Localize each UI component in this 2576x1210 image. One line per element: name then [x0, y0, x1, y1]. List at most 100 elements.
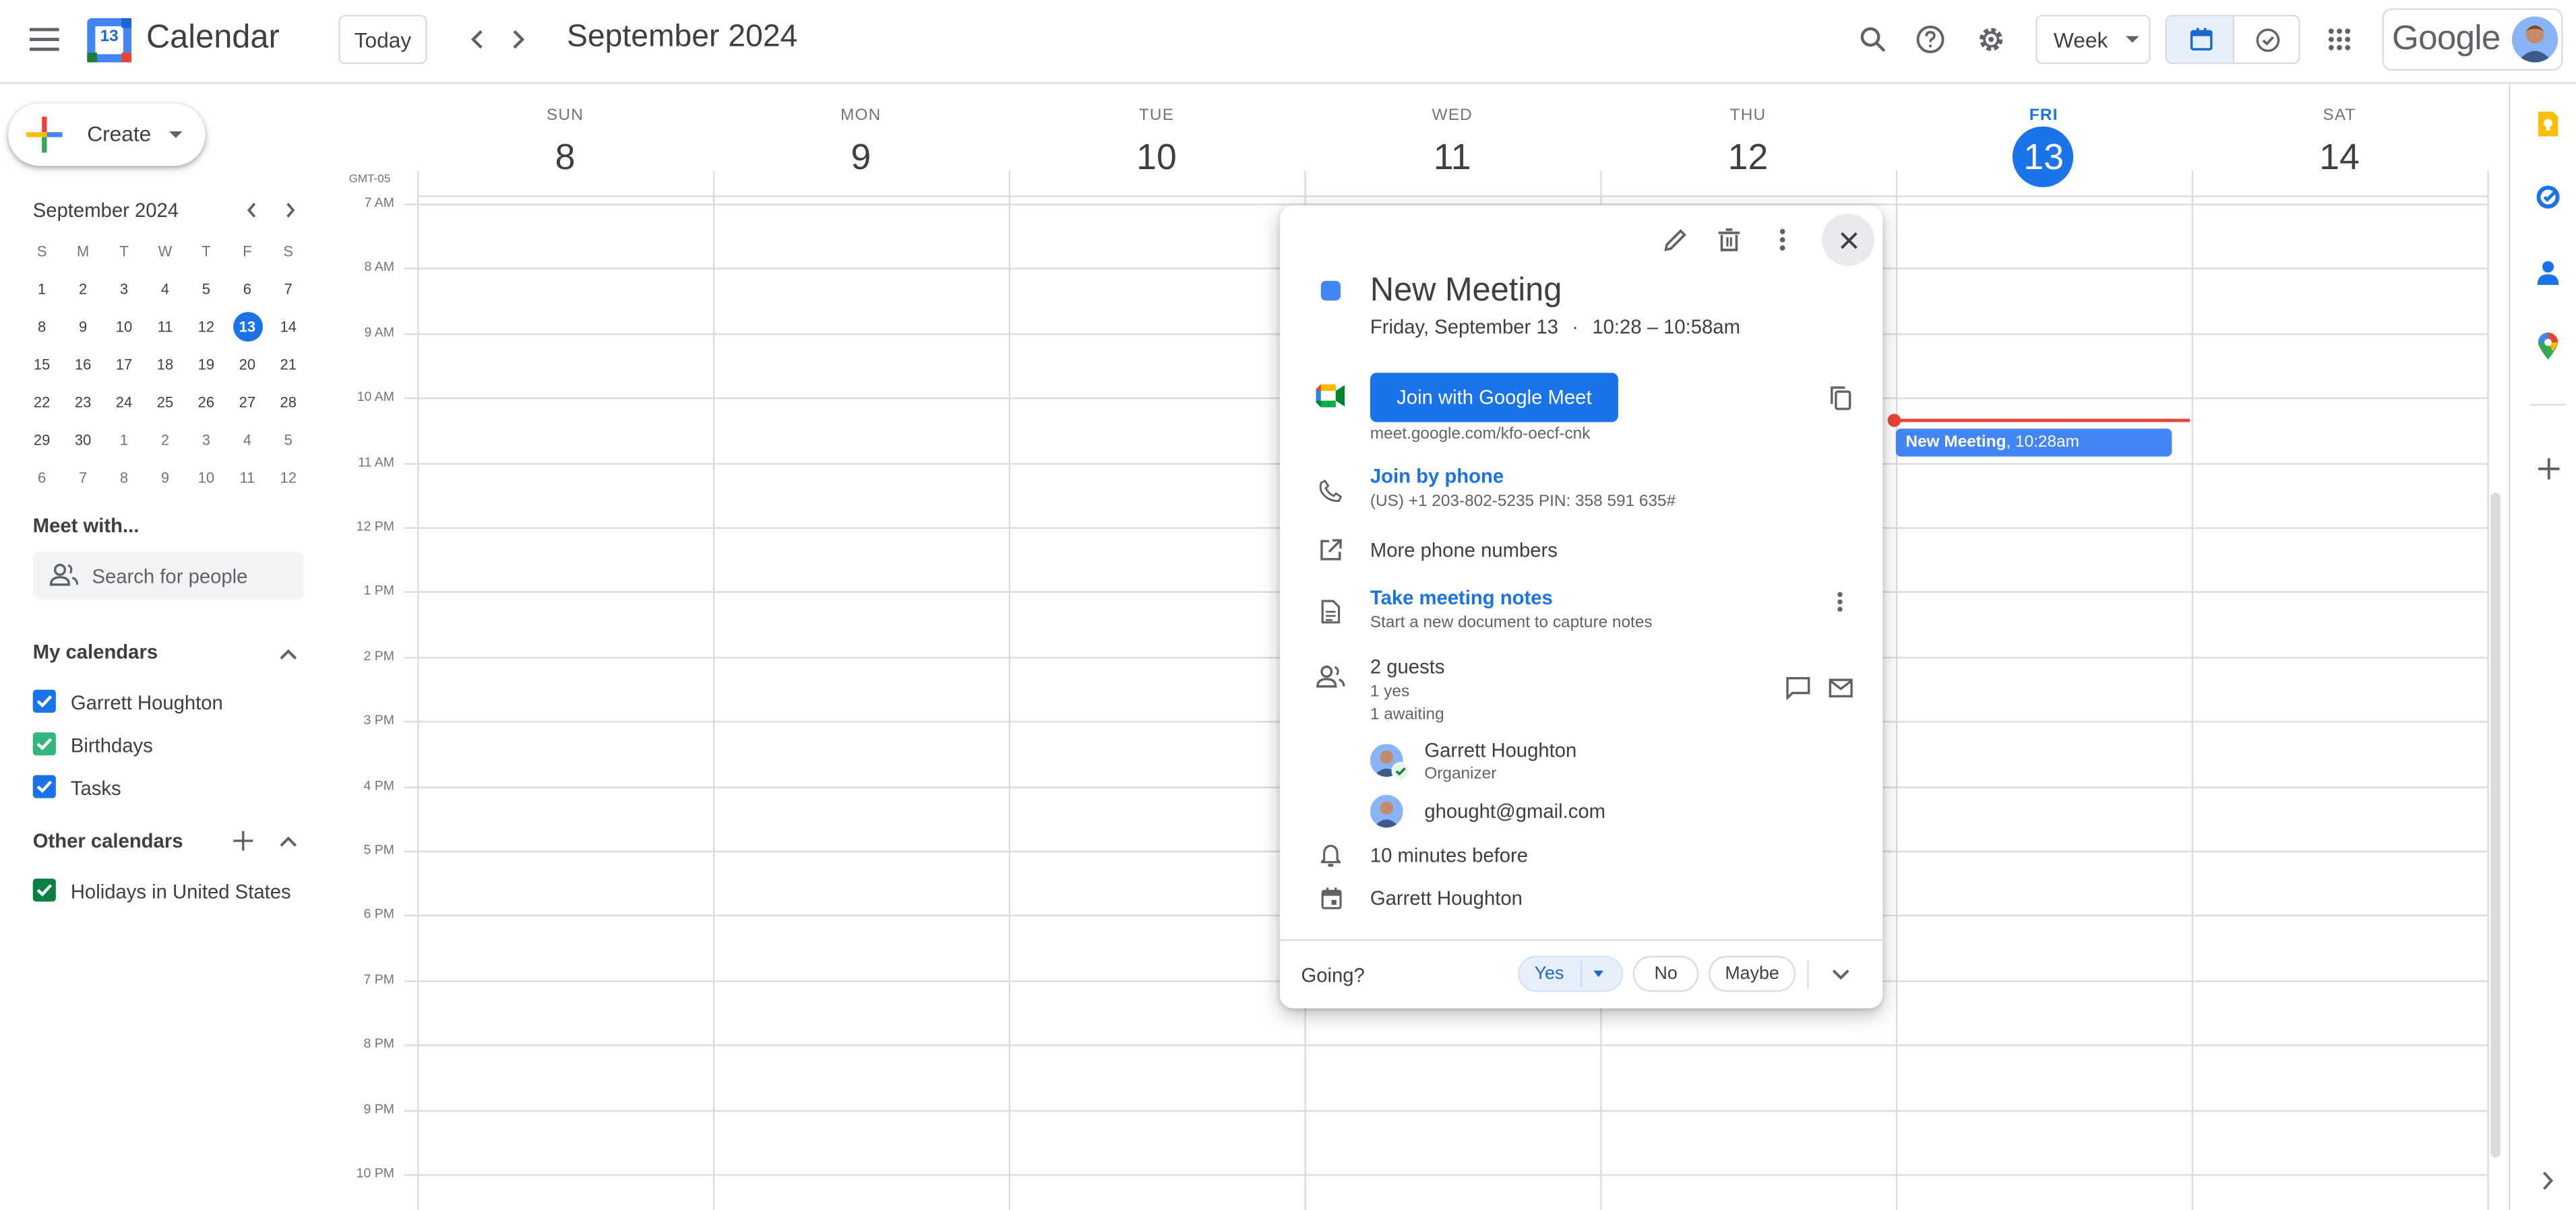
- mini-day[interactable]: 1: [22, 269, 63, 307]
- mini-day[interactable]: 19: [185, 345, 226, 383]
- mini-day[interactable]: 28: [268, 383, 309, 420]
- email-guests-icon[interactable]: [1822, 670, 1858, 707]
- mini-day[interactable]: 24: [104, 383, 145, 420]
- calendar-list-item[interactable]: Garrett Houghton: [32, 687, 312, 729]
- mini-day[interactable]: 8: [104, 458, 145, 496]
- mini-day[interactable]: 2: [63, 269, 104, 307]
- calendar-list-item[interactable]: Tasks: [32, 772, 312, 815]
- mini-weekday-header: T: [119, 243, 129, 260]
- previous-period-icon[interactable]: [460, 22, 493, 58]
- calendar-checkbox[interactable]: [32, 689, 56, 713]
- create-dropdown-icon[interactable]: [169, 131, 183, 138]
- tasks-view-icon[interactable]: [2234, 16, 2298, 62]
- view-select[interactable]: Week: [2035, 14, 2151, 65]
- mini-day[interactable]: 3: [185, 420, 226, 458]
- mini-day[interactable]: 29: [22, 420, 63, 458]
- mini-day[interactable]: 14: [268, 307, 309, 345]
- mini-day[interactable]: 2: [145, 420, 186, 458]
- calendar-list-item[interactable]: Holidays in United States: [32, 875, 312, 918]
- mini-day[interactable]: 23: [63, 383, 104, 420]
- my-calendars-collapse-icon[interactable]: [276, 642, 299, 665]
- rsvp-yes-button[interactable]: Yes: [1518, 955, 1624, 992]
- main-menu-icon[interactable]: [23, 23, 65, 56]
- mini-day[interactable]: 1: [104, 420, 145, 458]
- rsvp-no-button[interactable]: No: [1632, 955, 1699, 992]
- mini-day[interactable]: 15: [22, 345, 63, 383]
- create-button[interactable]: Create: [8, 103, 206, 166]
- add-other-calendar-icon[interactable]: [232, 829, 255, 852]
- user-avatar[interactable]: [2511, 16, 2558, 63]
- mini-weekday-header: T: [202, 243, 211, 260]
- close-icon[interactable]: [1822, 213, 1875, 266]
- meet-link[interactable]: meet.google.com/kfo-oecf-cnk: [1370, 425, 1591, 443]
- search-icon[interactable]: [1855, 22, 1891, 58]
- mini-day[interactable]: 7: [63, 458, 104, 496]
- more-options-icon[interactable]: [1765, 222, 1801, 258]
- mini-day[interactable]: 3: [104, 269, 145, 307]
- keep-icon[interactable]: [2530, 105, 2567, 141]
- notes-more-options-icon[interactable]: [1822, 583, 1858, 619]
- mini-day[interactable]: 20: [226, 345, 268, 383]
- delete-trash-icon[interactable]: [1710, 222, 1746, 258]
- mini-day[interactable]: 5: [268, 420, 309, 458]
- tasks-icon[interactable]: [2530, 179, 2567, 216]
- search-people-input[interactable]: Search for people: [32, 552, 304, 600]
- rsvp-maybe-button[interactable]: Maybe: [1709, 955, 1796, 992]
- mini-prev-month-icon[interactable]: [240, 199, 263, 222]
- expand-footer-icon[interactable]: [1824, 957, 1857, 990]
- mini-day[interactable]: 16: [63, 345, 104, 383]
- calendar-checkbox[interactable]: [32, 879, 56, 902]
- mini-day[interactable]: 13: [226, 307, 268, 345]
- account-chip[interactable]: Google: [2382, 8, 2563, 71]
- mini-day[interactable]: 30: [63, 420, 104, 458]
- mini-day[interactable]: 6: [226, 269, 268, 307]
- take-meeting-notes-link[interactable]: Take meeting notes: [1370, 586, 1553, 609]
- join-google-meet-button[interactable]: Join with Google Meet: [1370, 373, 1618, 422]
- get-addons-plus-icon[interactable]: [2530, 450, 2567, 486]
- mini-day[interactable]: 4: [145, 269, 186, 307]
- calendar-view-icon[interactable]: [2167, 16, 2234, 63]
- calendar-checkbox[interactable]: [32, 732, 56, 756]
- other-calendars-collapse-icon[interactable]: [276, 829, 299, 852]
- grid-scrollbar[interactable]: [2490, 492, 2501, 1158]
- next-period-icon[interactable]: [503, 22, 536, 58]
- mini-day[interactable]: 9: [63, 307, 104, 345]
- mini-day[interactable]: 8: [22, 307, 63, 345]
- chat-guests-icon[interactable]: [1779, 670, 1816, 707]
- mini-day[interactable]: 22: [22, 383, 63, 420]
- mini-day[interactable]: 6: [22, 458, 63, 496]
- hide-side-panel-icon[interactable]: [2530, 1163, 2567, 1199]
- more-phone-numbers-link[interactable]: More phone numbers: [1370, 539, 1558, 562]
- mini-day[interactable]: 21: [268, 345, 309, 383]
- maps-icon[interactable]: [2530, 329, 2567, 365]
- mini-day[interactable]: 10: [104, 307, 145, 345]
- mini-day[interactable]: 17: [104, 345, 145, 383]
- join-by-phone-link[interactable]: Join by phone: [1370, 465, 1504, 488]
- mini-day-number: 3: [119, 280, 129, 296]
- mini-day[interactable]: 12: [268, 458, 309, 496]
- mini-day[interactable]: 12: [185, 307, 226, 345]
- calendar-list-item[interactable]: Birthdays: [32, 729, 312, 771]
- help-icon[interactable]: [1912, 22, 1949, 58]
- mini-day[interactable]: 7: [268, 269, 309, 307]
- rsvp-dropdown-icon[interactable]: [1593, 970, 1603, 978]
- mini-day[interactable]: 26: [185, 383, 226, 420]
- mini-day[interactable]: 4: [226, 420, 268, 458]
- contacts-icon[interactable]: [2530, 255, 2567, 291]
- mini-day[interactable]: 11: [226, 458, 268, 496]
- mini-day[interactable]: 18: [145, 345, 186, 383]
- apps-grid-icon[interactable]: [2321, 22, 2358, 58]
- mini-day[interactable]: 11: [145, 307, 186, 345]
- mini-day[interactable]: 27: [226, 383, 268, 420]
- mini-next-month-icon[interactable]: [279, 199, 302, 222]
- event-chip-new-meeting[interactable]: New Meeting, 10:28am: [1895, 428, 2172, 457]
- mini-day[interactable]: 5: [185, 269, 226, 307]
- copy-link-icon[interactable]: [1822, 379, 1858, 416]
- calendar-checkbox[interactable]: [32, 775, 56, 798]
- mini-day[interactable]: 25: [145, 383, 186, 420]
- edit-pencil-icon[interactable]: [1657, 222, 1694, 258]
- today-button[interactable]: Today: [338, 14, 427, 65]
- settings-gear-icon[interactable]: [1973, 22, 2009, 58]
- mini-day[interactable]: 9: [145, 458, 186, 496]
- mini-day[interactable]: 10: [185, 458, 226, 496]
